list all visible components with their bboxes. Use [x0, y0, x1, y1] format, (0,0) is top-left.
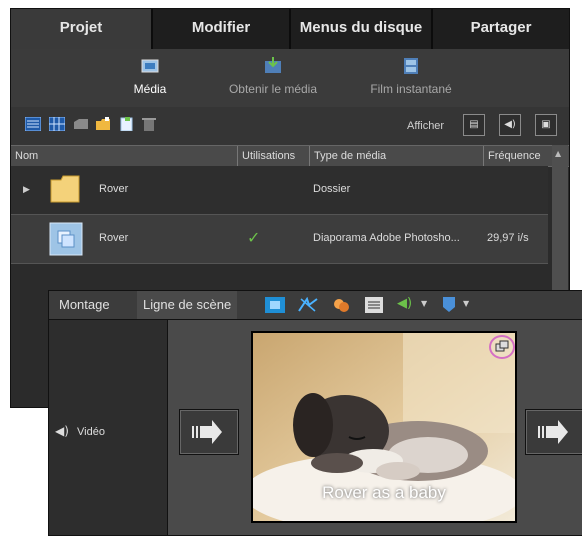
- media-icon: [141, 59, 159, 73]
- arrow-right-icon: [192, 420, 222, 444]
- new-item-icon[interactable]: [119, 117, 135, 131]
- subtab-film-label: Film instantané: [370, 82, 452, 96]
- folder-up-icon[interactable]: [73, 117, 89, 131]
- tab-modifier[interactable]: Modifier: [153, 9, 289, 49]
- arrow-right-icon: [538, 420, 568, 444]
- tab-projet[interactable]: Projet: [11, 9, 151, 49]
- tab-montage[interactable]: Montage: [53, 291, 116, 319]
- subtab-obtenir-label: Obtenir le média: [228, 82, 318, 96]
- slideshow-stack-icon: [495, 340, 509, 352]
- track-label-video: Vidéo: [77, 426, 105, 438]
- slide-caption: Rover as a baby: [322, 483, 446, 502]
- table-row[interactable]: Rover ✓ Diaporama Adobe Photosho... 29,9…: [11, 215, 548, 264]
- transition-slot-right[interactable]: [525, 409, 582, 455]
- show-video-button[interactable]: ▤: [463, 114, 485, 136]
- show-audio-button[interactable]: ◀): [499, 114, 521, 136]
- slideshow-icon: [49, 222, 83, 256]
- row-name: Rover: [99, 183, 129, 195]
- row-frequency: 29,97 i/s: [487, 232, 529, 244]
- expand-triangle-icon[interactable]: ▶: [23, 184, 30, 195]
- chevron-down-icon[interactable]: ▼: [421, 299, 427, 308]
- tab-menus-du-disque[interactable]: Menus du disque: [291, 9, 431, 49]
- subtab-film-instantane[interactable]: Film instantané: [355, 57, 467, 96]
- speaker-icon: ◀): [504, 119, 516, 130]
- scene-clip-thumbnail[interactable]: Rover as a baby: [251, 331, 517, 523]
- col-utilisations[interactable]: Utilisations: [237, 146, 309, 166]
- show-still-button[interactable]: ▣: [535, 114, 557, 136]
- get-media-icon: [265, 57, 281, 73]
- folder-icon: [50, 175, 80, 203]
- trash-icon[interactable]: [141, 117, 157, 131]
- marker-icon[interactable]: [443, 297, 455, 313]
- main-tabs: Projet Modifier Menus du disque Partager: [11, 9, 569, 49]
- project-subbar: Média Obtenir le média Film instantané: [11, 49, 569, 107]
- new-folder-icon[interactable]: [95, 117, 111, 131]
- film-icon: [404, 58, 418, 74]
- tab-partager[interactable]: Partager: [433, 9, 569, 49]
- row-type: Diaporama Adobe Photosho...: [313, 232, 460, 244]
- track-header: ◀) Vidéo: [49, 320, 168, 535]
- chevron-down-icon[interactable]: ▼: [463, 299, 469, 308]
- properties-icon[interactable]: [365, 297, 383, 313]
- table-row[interactable]: ▶ Rover Dossier: [11, 166, 548, 215]
- project-toolbar: Afficher ▤ ◀) ▣: [11, 107, 569, 145]
- slideshow-badge: [489, 335, 515, 359]
- transition-icon[interactable]: [297, 297, 319, 313]
- image-icon: ▣: [541, 119, 551, 130]
- scene-view-icon[interactable]: [265, 297, 285, 313]
- col-frequence[interactable]: Fréquence: [483, 146, 552, 166]
- row-type: Dossier: [313, 183, 351, 195]
- timeline-tabs: Montage Ligne de scène ◀) ▼ ▼: [49, 291, 582, 320]
- row-name: Rover: [99, 232, 129, 244]
- tab-ligne-de-scene[interactable]: Ligne de scène: [137, 291, 238, 319]
- timeline-panel: Montage Ligne de scène ◀) ▼ ▼ ◀) Vidéo R…: [48, 290, 582, 536]
- grid-view-icon[interactable]: [49, 117, 65, 131]
- subtab-media-label: Média: [133, 82, 167, 96]
- video-speaker-icon[interactable]: ◀): [55, 424, 69, 438]
- scroll-up-icon[interactable]: ▲: [555, 149, 561, 158]
- subtab-obtenir-le-media[interactable]: Obtenir le média: [211, 57, 335, 96]
- col-nom[interactable]: Nom: [11, 146, 237, 166]
- audio-speaker-icon[interactable]: ◀): [397, 296, 412, 311]
- effects-icon[interactable]: [331, 297, 351, 313]
- film-strip-icon: ▤: [469, 119, 479, 130]
- media-table-header: Nom Utilisations Type de média Fréquence: [11, 145, 569, 167]
- afficher-label: Afficher: [407, 120, 445, 132]
- usage-check-icon: ✓: [247, 230, 261, 247]
- list-view-icon[interactable]: [25, 117, 41, 131]
- col-type-de-media[interactable]: Type de média: [309, 146, 483, 166]
- transition-slot-left[interactable]: [179, 409, 239, 455]
- subtab-media[interactable]: Média: [115, 57, 185, 96]
